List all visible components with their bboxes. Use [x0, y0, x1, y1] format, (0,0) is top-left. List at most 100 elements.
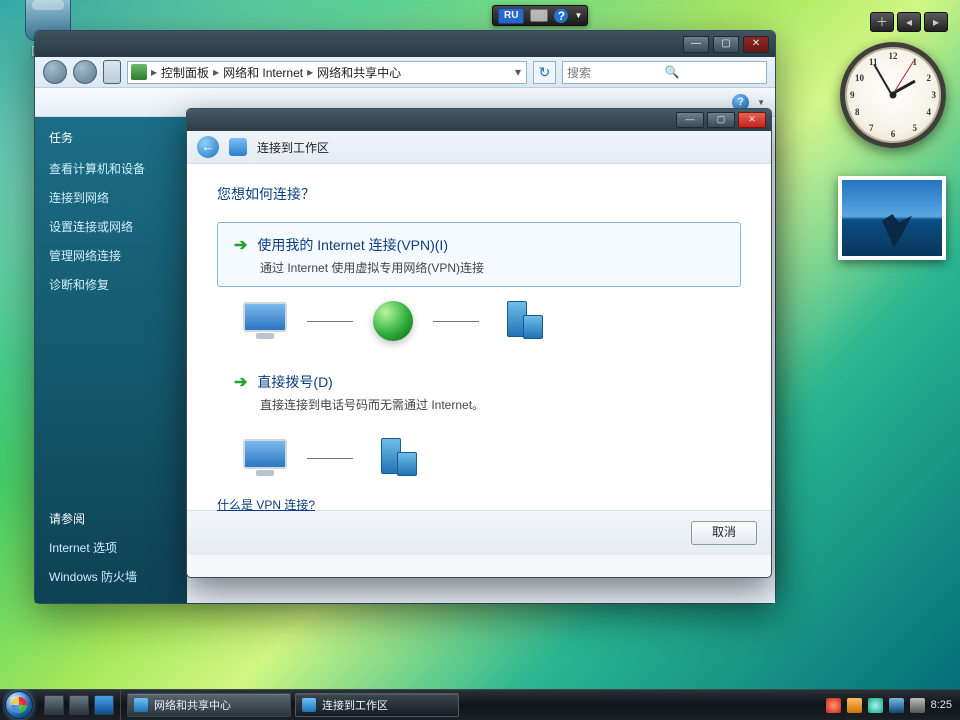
wizard-maximize-button[interactable]: ▢ — [707, 112, 735, 128]
slideshow-gadget[interactable] — [838, 176, 946, 260]
network-icon — [229, 138, 247, 156]
clock-gadget[interactable]: 12 1 2 3 4 5 6 7 8 9 10 11 — [840, 42, 946, 148]
dialup-diagram — [243, 438, 741, 478]
explorer-minimize-button[interactable]: — — [683, 36, 709, 53]
desktop: 回收站 RU ? ▼ ＋ ◂ ▸ 12 1 2 3 4 5 6 7 8 9 10… — [0, 0, 960, 720]
nav-back-button[interactable] — [43, 60, 67, 84]
breadcrumb-seg-3[interactable]: 网络和共享中心 — [313, 64, 405, 81]
option-vpn-title: 使用我的 Internet 连接(VPN)(I) — [257, 235, 448, 255]
start-button[interactable] — [0, 690, 38, 720]
clock-num: 5 — [913, 123, 918, 133]
explorer-close-button[interactable]: ✕ — [743, 36, 769, 53]
show-desktop-icon[interactable] — [44, 695, 64, 715]
task-connect-workplace[interactable]: 连接到工作区 — [295, 693, 459, 717]
wizard-titlebar[interactable]: — ▢ ✕ — [187, 109, 771, 131]
nav-recent-button[interactable] — [103, 60, 121, 84]
gadget-nav: ＋ ◂ ▸ — [870, 12, 948, 32]
clock-num: 3 — [932, 90, 937, 100]
globe-icon — [373, 301, 413, 341]
wizard-footer: 取消 — [187, 510, 771, 555]
whale-tail-icon — [882, 214, 912, 248]
cancel-button[interactable]: 取消 — [691, 521, 757, 545]
option-dialup-title: 直接拨号(D) — [257, 372, 332, 392]
sidebar-item-internet-options[interactable]: Internet 选项 — [49, 539, 173, 556]
refresh-button[interactable]: ↻ — [533, 61, 556, 84]
gadget-next-button[interactable]: ▸ — [924, 12, 948, 32]
tray-alert-icon[interactable] — [826, 698, 841, 713]
clock-num: 7 — [869, 123, 874, 133]
search-icon[interactable]: 🔍 — [665, 65, 763, 79]
langbar-dropdown-icon[interactable]: ▼ — [574, 11, 582, 20]
switch-windows-icon[interactable] — [69, 695, 89, 715]
clock-num: 2 — [927, 73, 932, 83]
server-icon — [373, 438, 419, 478]
wizard-header: ← 连接到工作区 — [187, 131, 771, 164]
task-label: 网络和共享中心 — [154, 697, 231, 713]
wizard-minimize-button[interactable]: — — [676, 112, 704, 128]
explorer-sidebar: 任务 查看计算机和设备 连接到网络 设置连接或网络 管理网络连接 诊断和修复 请… — [35, 117, 187, 603]
network-icon — [302, 698, 316, 712]
wizard-title: 连接到工作区 — [257, 139, 329, 156]
explorer-titlebar[interactable]: — ▢ ✕ — [35, 31, 775, 57]
option-vpn-desc: 通过 Internet 使用虚拟专用网络(VPN)连接 — [260, 259, 724, 276]
help-icon[interactable]: ? — [554, 9, 568, 23]
connect-workplace-wizard: — ▢ ✕ ← 连接到工作区 您想如何连接？ ➔ 使用我的 Internet 连… — [186, 108, 772, 578]
clock-num: 10 — [855, 73, 864, 83]
tray-clock[interactable]: 8:25 — [931, 699, 952, 711]
keyboard-icon[interactable] — [530, 9, 548, 22]
tray-network-icon[interactable] — [889, 698, 904, 713]
task-label: 连接到工作区 — [322, 697, 388, 713]
tray-security-icon[interactable] — [847, 698, 862, 713]
breadcrumb[interactable]: ▸ 控制面板 ▸ 网络和 Internet ▸ 网络和共享中心 ▾ — [127, 61, 527, 84]
task-network-center[interactable]: 网络和共享中心 — [127, 693, 291, 717]
sidebar-see-also: 请参阅 — [49, 510, 173, 527]
wizard-body: 您想如何连接？ ➔ 使用我的 Internet 连接(VPN)(I) 通过 In… — [187, 164, 771, 510]
clock-num: 4 — [927, 107, 932, 117]
wizard-question: 您想如何连接？ — [217, 184, 741, 204]
explorer-maximize-button[interactable]: ▢ — [713, 36, 739, 53]
search-placeholder: 搜索 — [567, 64, 665, 81]
what-is-vpn-link[interactable]: 什么是 VPN 连接? — [217, 496, 315, 513]
nav-forward-button[interactable] — [73, 60, 97, 84]
control-panel-icon — [131, 64, 147, 80]
chevron-down-icon[interactable]: ▼ — [757, 98, 765, 107]
computer-icon — [243, 302, 287, 340]
sidebar-item-setup-connection[interactable]: 设置连接或网络 — [49, 218, 173, 235]
taskbar: 网络和共享中心 连接到工作区 8:25 — [0, 689, 960, 720]
sidebar-item-connect-network[interactable]: 连接到网络 — [49, 189, 173, 206]
sidebar-item-diagnose[interactable]: 诊断和修复 — [49, 276, 173, 293]
computer-icon — [243, 439, 287, 477]
vpn-diagram — [243, 301, 741, 341]
tray-volume-icon[interactable] — [910, 698, 925, 713]
gadget-add-button[interactable]: ＋ — [870, 12, 894, 32]
server-icon — [499, 301, 545, 341]
option-dialup[interactable]: ➔ 直接拨号(D) 直接连接到电话号码而无需通过 Internet。 — [217, 359, 741, 424]
gadget-prev-button[interactable]: ◂ — [897, 12, 921, 32]
breadcrumb-seg-1[interactable]: 控制面板 — [157, 64, 213, 81]
option-vpn[interactable]: ➔ 使用我的 Internet 连接(VPN)(I) 通过 Internet 使… — [217, 222, 741, 287]
quick-launch — [38, 690, 121, 720]
sidebar-item-view-computers[interactable]: 查看计算机和设备 — [49, 160, 173, 177]
clock-num: 12 — [889, 51, 898, 61]
language-code[interactable]: RU — [498, 8, 524, 24]
wizard-back-button[interactable]: ← — [197, 136, 219, 158]
search-box[interactable]: 搜索 🔍 — [562, 61, 767, 84]
sidebar-item-firewall[interactable]: Windows 防火墙 — [49, 568, 173, 585]
clock-num: 8 — [855, 107, 860, 117]
tray-app-icon[interactable] — [868, 698, 883, 713]
sidebar-header: 任务 — [49, 129, 173, 146]
windows-orb-icon — [5, 691, 33, 719]
clock-second-hand — [892, 61, 914, 95]
sidebar-item-manage-connections[interactable]: 管理网络连接 — [49, 247, 173, 264]
breadcrumb-seg-2[interactable]: 网络和 Internet — [219, 64, 307, 81]
option-dialup-desc: 直接连接到电话号码而无需通过 Internet。 — [260, 396, 724, 413]
wizard-close-button[interactable]: ✕ — [738, 112, 766, 128]
clock-num: 9 — [850, 90, 855, 100]
arrow-right-icon: ➔ — [234, 235, 247, 255]
breadcrumb-dropdown-icon[interactable]: ▾ — [510, 65, 526, 79]
network-icon — [134, 698, 148, 712]
ie-icon[interactable] — [94, 695, 114, 715]
arrow-right-icon: ➔ — [234, 372, 247, 392]
language-bar[interactable]: RU ? ▼ — [492, 5, 588, 26]
system-tray: 8:25 — [818, 690, 960, 720]
